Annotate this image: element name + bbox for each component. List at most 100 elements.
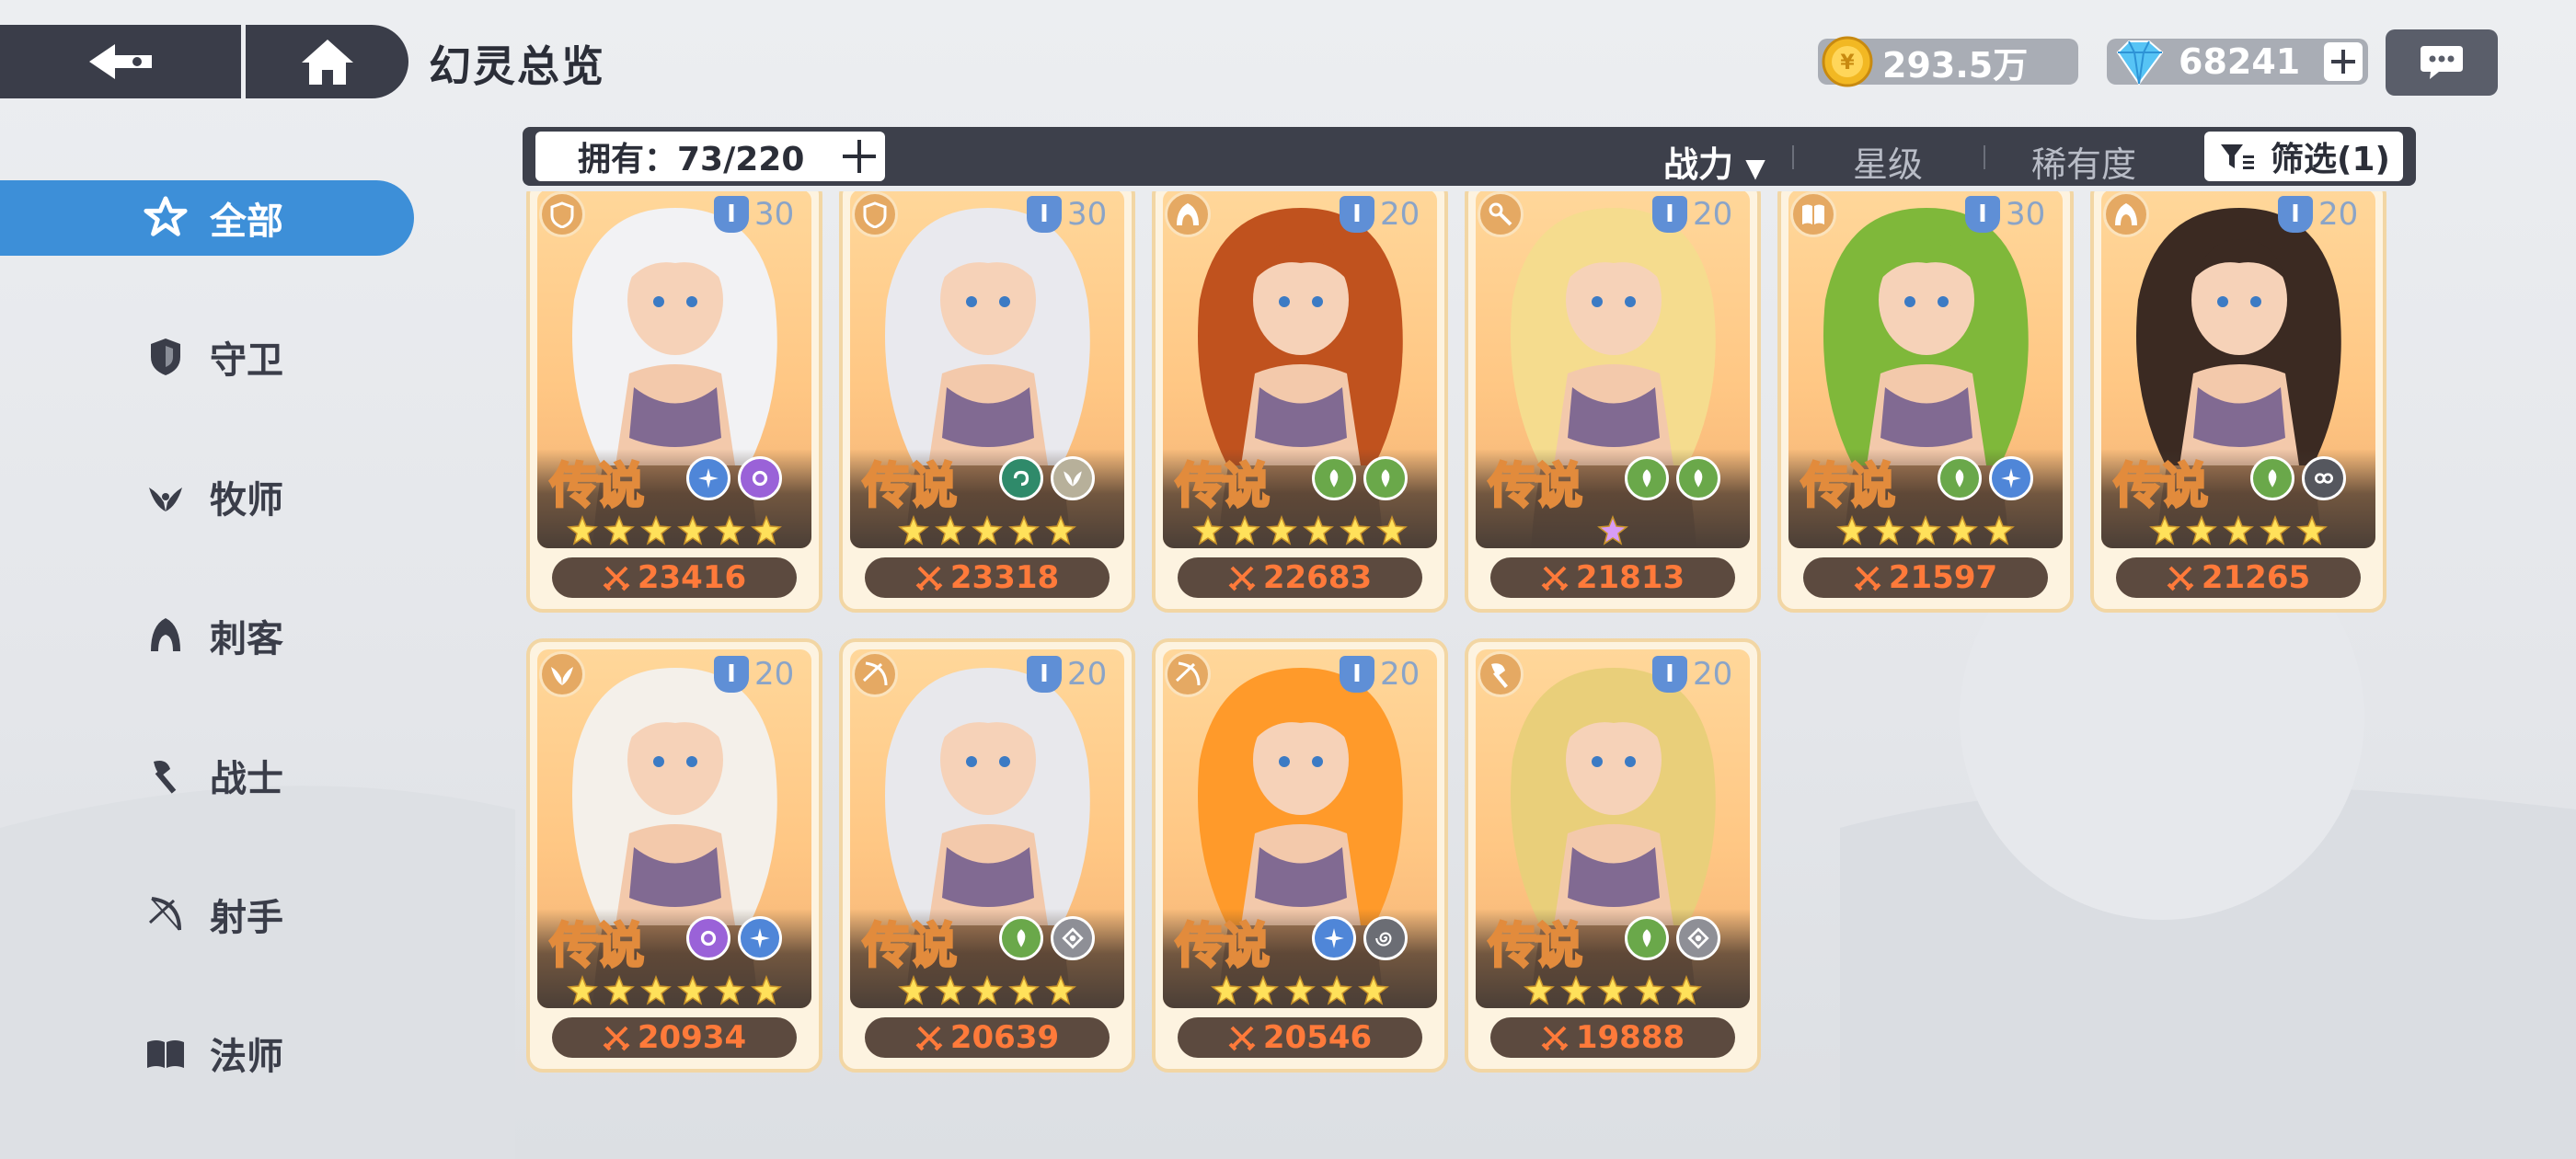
level-value: 20 (1067, 656, 1108, 693)
level-indicator: I 20 (714, 655, 806, 694)
level-indicator: I 20 (1652, 195, 1744, 234)
hood-icon (2115, 203, 2137, 225)
leaf-element-icon (999, 916, 1043, 960)
sort-by-power[interactable]: 战力 ▼ (1663, 136, 1765, 187)
leaf-element-icon (1938, 456, 1982, 500)
home-button[interactable] (246, 25, 408, 98)
owned-count-box[interactable]: 拥有：73/220 (535, 132, 885, 181)
star-rating (1156, 975, 1444, 1006)
level-indicator: I 30 (714, 195, 806, 234)
star-icon (935, 515, 966, 545)
hero-card[interactable]: I 20 传说 21813 (1465, 191, 1761, 613)
power-value: 21597 (1888, 559, 1998, 596)
power-badge: 21265 (2116, 557, 2361, 598)
power-badge: 20639 (865, 1017, 1110, 1058)
star-icon (714, 515, 745, 545)
wind-element-icon (1051, 456, 1095, 500)
rarity-label: 传说 (1174, 918, 1271, 976)
star-icon (1008, 515, 1040, 545)
star-icon (2296, 515, 2328, 545)
ice-element-icon (686, 456, 730, 500)
filter-label: 筛选(1) (2271, 141, 2390, 178)
class-badge (1790, 191, 1836, 237)
filter-button[interactable]: 筛选(1) (2204, 132, 2403, 181)
level-value: 20 (754, 656, 795, 693)
back-button[interactable] (0, 25, 241, 98)
sort-power-label: 战力 (1663, 144, 1734, 185)
star-icon (1008, 975, 1040, 1005)
filter-funnel-icon (2219, 143, 2256, 176)
hero-card[interactable]: I 20 传说 20934 (526, 638, 822, 1073)
hero-card[interactable]: I 20 传说 22683 (1152, 191, 1448, 613)
level-shield-icon: I (1027, 656, 1062, 693)
level-indicator: I 30 (1027, 195, 1119, 234)
sidebar-item-archer[interactable]: 射手 (0, 877, 414, 952)
level-shield-icon: I (2278, 196, 2313, 233)
level-value: 30 (1067, 196, 1108, 233)
hero-card[interactable]: I 20 传说 20546 (1152, 638, 1448, 1073)
crossed-swords-icon (603, 1026, 630, 1051)
hero-card[interactable]: I 20 传说 20639 (839, 638, 1135, 1073)
ice-element-icon (1312, 916, 1356, 960)
class-badge (2103, 191, 2149, 237)
sort-by-star[interactable]: 星级 (1853, 136, 1923, 187)
leaf-element-icon (2250, 456, 2294, 500)
coin-counter[interactable]: ¥ 293.5万 (1818, 36, 2078, 87)
crossed-swords-icon (1541, 1026, 1569, 1051)
star-icon (640, 515, 672, 545)
star-icon (1597, 515, 1628, 545)
leaf-element-icon (1676, 456, 1720, 500)
sidebar-item-priest[interactable]: 牧师 (0, 459, 414, 534)
nav-cluster (0, 25, 408, 98)
wings-icon (143, 474, 189, 520)
expand-capacity-plus-icon[interactable] (841, 138, 878, 178)
sidebar-item-guardian[interactable]: 守卫 (0, 319, 414, 395)
power-badge: 21813 (1490, 557, 1735, 598)
hero-card[interactable]: I 30 传说 23318 (839, 191, 1135, 613)
star-rating (2094, 515, 2383, 546)
level-value: 20 (1380, 656, 1420, 693)
shield-icon (143, 334, 189, 380)
book-icon (143, 1030, 189, 1076)
star-icon (1634, 975, 1665, 1005)
crossed-swords-icon (915, 1026, 943, 1051)
star-icon (1211, 975, 1242, 1005)
star-icon (1376, 515, 1408, 545)
star-icon (1873, 515, 1904, 545)
hero-card[interactable]: I 30 传说 23416 (526, 191, 822, 613)
star-icon (1836, 515, 1868, 545)
level-value: 20 (1693, 196, 1733, 233)
sidebar-item-mage[interactable]: 法师 (0, 1016, 414, 1091)
class-badge (1165, 191, 1211, 237)
sidebar-item-all[interactable]: 全部 (0, 180, 414, 256)
all-classes-icon (143, 195, 189, 241)
sidebar-item-warrior[interactable]: 战士 (0, 738, 414, 813)
crossed-swords-icon (915, 566, 943, 591)
leaf-element-icon (1363, 456, 1408, 500)
rarity-label: 传说 (1800, 458, 1896, 516)
star-icon (2260, 515, 2291, 545)
rarity-label: 传说 (1487, 458, 1583, 516)
sort-by-rarity[interactable]: 稀有度 (2031, 136, 2136, 187)
star-icon (1229, 515, 1260, 545)
sidebar-item-label: 牧师 (210, 479, 283, 522)
level-shield-icon: I (1652, 196, 1687, 233)
add-gems-button[interactable] (2324, 42, 2363, 81)
arcane-element-icon (738, 456, 782, 500)
sidebar-item-assassin[interactable]: 刺客 (0, 598, 414, 673)
crossed-swords-icon (2167, 566, 2194, 591)
class-badge (539, 191, 585, 237)
coin-amount: 293.5万 (1882, 44, 2029, 86)
gem-counter[interactable]: 68241 (2107, 39, 2368, 86)
sidebar-item-label: 刺客 (210, 618, 283, 660)
svg-text:¥: ¥ (1840, 52, 1855, 75)
hero-card[interactable]: I 20 传说 19888 (1465, 638, 1761, 1073)
bow-icon (862, 661, 888, 686)
level-indicator: I 20 (1340, 195, 1432, 234)
hero-card[interactable]: I 20 传说 21265 (2090, 191, 2386, 613)
star-icon (1248, 975, 1279, 1005)
class-badge (852, 651, 898, 697)
chat-button[interactable] (2386, 29, 2498, 96)
star-rating (843, 515, 1132, 546)
hero-card[interactable]: I 30 传说 21597 (1777, 191, 2074, 613)
